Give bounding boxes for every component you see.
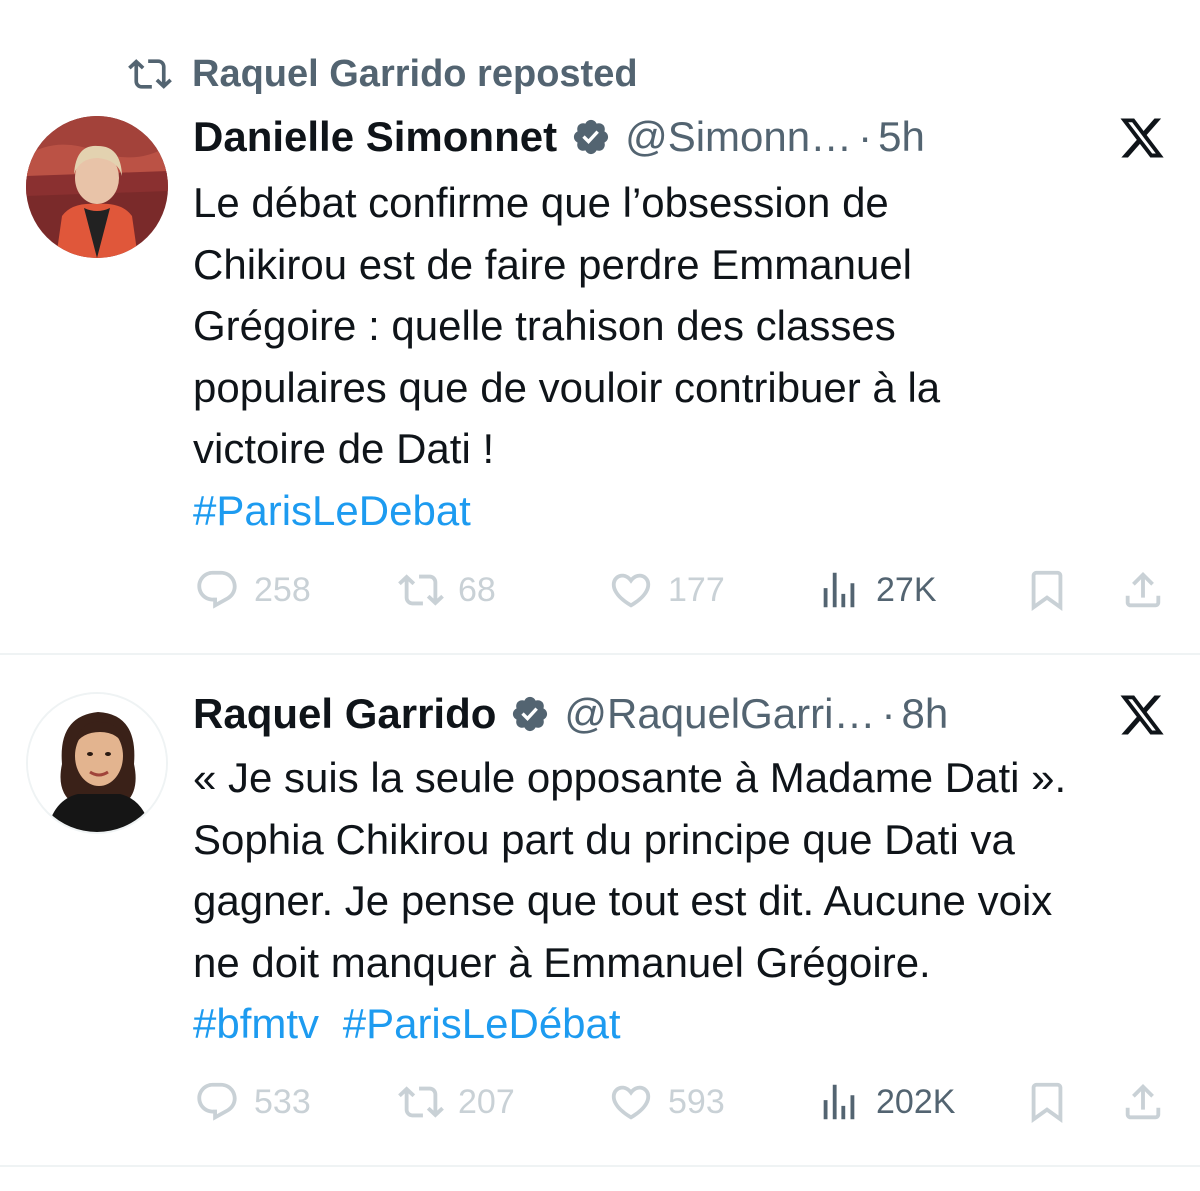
tweet-text-line: populaires que de vouloir contribuer à l…	[193, 363, 941, 411]
tweet-header: Danielle Simonnet @Simonn… · 5h	[193, 112, 1080, 162]
bookmark-icon	[1031, 1082, 1063, 1123]
repost-icon	[398, 574, 444, 606]
like-count: 177	[668, 570, 725, 609]
view-count: 202K	[876, 1082, 956, 1121]
tweet-text-line: ne doit manquer à Emmanuel Grégoire.	[193, 938, 931, 986]
tweet-2[interactable]: Raquel Garrido @RaquelGarri… · 8h « Je s…	[0, 655, 1200, 1167]
views-icon	[823, 572, 855, 608]
hashtag-link[interactable]: #ParisLeDebat	[193, 487, 471, 534]
share-icon	[1125, 571, 1161, 608]
reply-count: 258	[254, 570, 311, 609]
author-handle[interactable]: @RaquelGarri…	[564, 690, 875, 738]
hashtag-link[interactable]: #bfmtv	[193, 1000, 319, 1047]
tweet-text: « Je suis la seule opposante à Madame Da…	[193, 747, 1183, 1055]
like-button[interactable]: 593	[608, 1077, 725, 1127]
heart-icon	[611, 573, 651, 608]
reply-icon	[197, 1082, 237, 1121]
tweet-text-line: Sophia Chikirou part du principe que Dat…	[193, 815, 1015, 863]
repost-count: 68	[458, 570, 496, 609]
views-button[interactable]: 202K	[816, 1077, 955, 1127]
repost-banner-text: Raquel Garrido reposted	[192, 52, 638, 95]
tweet-timestamp[interactable]: 8h	[901, 690, 948, 738]
view-count: 27K	[876, 570, 937, 609]
reply-icon	[197, 570, 237, 609]
author-handle[interactable]: @Simonn…	[625, 113, 852, 161]
tweet-text-line: gagner. Je pense que tout est dit. Aucun…	[193, 877, 1053, 924]
hashtags: #bfmtv #ParisLeDébat	[193, 993, 1183, 1055]
separator-dot: ·	[858, 113, 873, 160]
tweet-text-line: « Je suis la seule opposante à Madame Da…	[193, 754, 1067, 801]
repost-icon	[398, 1086, 444, 1118]
tweet-text-line: victoire de Dati !	[193, 425, 495, 472]
action-bar: 533 207 593 202K	[0, 1077, 1200, 1127]
bookmark-button[interactable]	[1024, 565, 1070, 615]
repost-count: 207	[458, 1082, 515, 1121]
heart-icon	[611, 1085, 651, 1120]
like-button[interactable]: 177	[608, 565, 725, 615]
repost-icon	[128, 59, 172, 89]
bookmark-button[interactable]	[1024, 1077, 1070, 1127]
action-bar: 258 68 177 27K	[0, 565, 1200, 615]
bookmark-icon	[1031, 570, 1063, 611]
tweet-text-line: Chikirou est de faire perdre Emmanuel	[193, 240, 913, 288]
avatar-photo	[28, 694, 166, 832]
x-logo-icon	[1120, 118, 1164, 158]
reply-button[interactable]: 258	[194, 565, 311, 615]
reply-button[interactable]: 533	[194, 1077, 311, 1127]
avatar-photo	[26, 116, 168, 258]
share-icon	[1125, 1083, 1161, 1120]
hashtag-link[interactable]: #ParisLeDébat	[343, 1000, 621, 1047]
tweet-text-line: Grégoire : quelle trahison des classes	[193, 302, 896, 349]
share-button[interactable]	[1120, 565, 1166, 615]
author-name[interactable]: Raquel Garrido	[193, 690, 496, 738]
tweet-text: Le débat confirme que l’obsession de Chi…	[193, 172, 1183, 541]
separator-dot: ·	[881, 690, 896, 737]
verified-badge-icon	[513, 696, 548, 732]
like-count: 593	[668, 1082, 725, 1121]
share-button[interactable]	[1120, 1077, 1166, 1127]
repost-banner[interactable]: Raquel Garrido reposted	[128, 52, 638, 96]
author-name[interactable]: Danielle Simonnet	[193, 113, 557, 161]
tweet-timestamp[interactable]: 5h	[878, 113, 925, 161]
avatar[interactable]	[26, 692, 168, 834]
tweet-text-line: Le débat confirme que l’obsession de	[193, 179, 889, 226]
tweet-1[interactable]: Raquel Garrido reposted Danielle Simonne…	[0, 0, 1200, 655]
reply-count: 533	[254, 1082, 311, 1121]
views-button[interactable]: 27K	[816, 565, 937, 615]
hashtags: #ParisLeDebat	[193, 480, 1183, 542]
repost-button[interactable]: 68	[398, 565, 496, 615]
x-logo-icon	[1120, 695, 1164, 735]
tweet-header: Raquel Garrido @RaquelGarri… · 8h	[193, 689, 1080, 739]
views-icon	[823, 1084, 855, 1120]
repost-button[interactable]: 207	[398, 1077, 515, 1127]
verified-badge-icon	[573, 119, 609, 155]
avatar[interactable]	[26, 116, 168, 258]
